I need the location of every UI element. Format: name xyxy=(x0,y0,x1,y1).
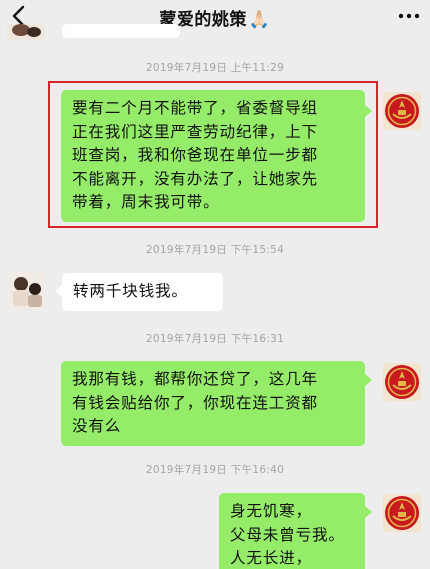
user-avatar[interactable] xyxy=(383,92,421,130)
message-line: 父母未曾亏我。 xyxy=(230,525,345,544)
message-line: 身无饥寒， xyxy=(230,502,312,520)
user-avatar[interactable] xyxy=(383,494,421,532)
message-bubble-received[interactable]: 转两千块钱我。 xyxy=(62,273,223,311)
timestamp: 2019年7月19日 下午15:54 xyxy=(145,244,285,256)
bubble-tail xyxy=(365,506,372,518)
more-dots-icon[interactable] xyxy=(396,4,422,28)
bubble-tail xyxy=(55,285,62,297)
message-line: 我那有钱，都帮你还贷了，这几年 xyxy=(72,370,318,388)
message-line: 转两千块钱我。 xyxy=(73,282,188,300)
timestamp: 2019年7月19日 下午16:31 xyxy=(145,333,285,345)
highlight-annotation xyxy=(48,81,378,228)
message-bubble-partial xyxy=(62,24,180,38)
message-bubble-sent[interactable]: 我那有钱，都帮你还贷了，这几年 有钱会贴给你了，你现在连工资都 没有么 xyxy=(61,361,365,446)
bubble-tail xyxy=(365,374,372,386)
timestamp: 2019年7月19日 上午11:29 xyxy=(145,62,285,74)
message-line: 人无长进， xyxy=(230,549,312,567)
user-avatar[interactable] xyxy=(383,363,421,401)
message-line: 有钱会贴给你了，你现在连工资都 xyxy=(72,393,318,412)
praying-hands-emoji-icon: 🙏🏻 xyxy=(248,10,271,30)
contact-avatar[interactable] xyxy=(7,272,45,310)
message-bubble-sent[interactable]: 身无饥寒， 父母未曾亏我。 人无长进， xyxy=(219,493,365,569)
contact-avatar-partial[interactable] xyxy=(7,24,45,40)
timestamp: 2019年7月19日 下午16:40 xyxy=(145,464,285,476)
message-line: 没有么 xyxy=(72,417,122,435)
